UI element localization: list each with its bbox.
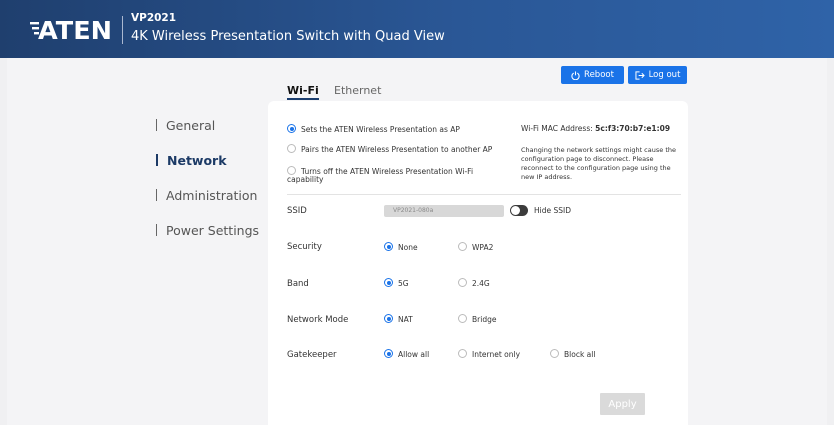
security-label: Security bbox=[287, 242, 322, 252]
sidebar-item-label: Network bbox=[167, 153, 227, 168]
sidebar-marker bbox=[156, 189, 157, 201]
reboot-button[interactable]: Reboot bbox=[561, 66, 624, 84]
radio-selected-icon bbox=[384, 349, 393, 358]
radio-selected-icon bbox=[384, 314, 393, 323]
ssid-input[interactable]: VP2021-080a bbox=[384, 205, 504, 217]
sidebar-item-label: Administration bbox=[166, 188, 258, 203]
radio-selected-icon bbox=[287, 124, 296, 133]
svg-text:ATEN: ATEN bbox=[38, 16, 112, 44]
sidebar-item-label: Power Settings bbox=[166, 223, 260, 238]
hide-ssid-label: Hide SSID bbox=[534, 206, 571, 215]
network-mode-bridge-label: Bridge bbox=[472, 315, 497, 324]
radio-unselected-icon bbox=[458, 349, 467, 358]
network-mode-label: Network Mode bbox=[287, 315, 349, 325]
hide-ssid-toggle[interactable] bbox=[510, 205, 528, 216]
network-warning: Changing the network settings might caus… bbox=[521, 146, 676, 181]
sidebar-item-administration[interactable]: Administration bbox=[156, 188, 257, 203]
gatekeeper-label: Gatekeeper bbox=[287, 350, 337, 360]
tab-wifi[interactable]: Wi-Fi bbox=[287, 84, 319, 100]
ssid-label: SSID bbox=[287, 206, 307, 216]
mac-address: Wi-Fi MAC Address: 5c:f3:70:b7:e1:09 bbox=[521, 124, 670, 133]
header-divider bbox=[122, 16, 123, 44]
security-none-radio[interactable]: None bbox=[384, 242, 418, 252]
band-label: Band bbox=[287, 279, 309, 289]
gatekeeper-internet-radio[interactable]: Internet only bbox=[458, 349, 520, 359]
logout-label: Log out bbox=[648, 70, 681, 80]
gatekeeper-allow-radio[interactable]: Allow all bbox=[384, 349, 429, 359]
band-5g-radio[interactable]: 5G bbox=[384, 278, 409, 288]
security-wpa2-radio[interactable]: WPA2 bbox=[458, 242, 493, 252]
sidebar-item-network[interactable]: Network bbox=[156, 153, 227, 168]
security-wpa2-label: WPA2 bbox=[472, 243, 494, 252]
gatekeeper-block-radio[interactable]: Block all bbox=[550, 349, 595, 359]
sidebar-marker bbox=[156, 119, 157, 131]
wifi-mode-client-radio[interactable]: Pairs the ATEN Wireless Presentation to … bbox=[287, 144, 492, 154]
apply-button[interactable]: Apply bbox=[600, 393, 645, 415]
tab-ethernet[interactable]: Ethernet bbox=[334, 84, 381, 97]
radio-unselected-icon bbox=[287, 144, 296, 153]
sidebar-item-label: General bbox=[166, 118, 216, 133]
network-mode-nat-radio[interactable]: NAT bbox=[384, 314, 413, 324]
power-icon bbox=[571, 70, 580, 80]
band-24g-radio[interactable]: 2.4G bbox=[458, 278, 490, 288]
logout-button[interactable]: Log out bbox=[628, 66, 687, 84]
band-24g-label: 2.4G bbox=[472, 279, 490, 288]
wifi-mode-ap-label: Sets the ATEN Wireless Presentation as A… bbox=[301, 125, 460, 134]
wifi-mode-off-label-cont: capability bbox=[287, 175, 324, 184]
aten-logo: ATEN bbox=[30, 14, 114, 44]
mac-value: 5c:f3:70:b7:e1:09 bbox=[595, 124, 671, 133]
radio-selected-icon bbox=[384, 242, 393, 251]
wifi-mode-ap-radio[interactable]: Sets the ATEN Wireless Presentation as A… bbox=[287, 124, 460, 134]
app-header: ATEN VP2021 4K Wireless Presentation Swi… bbox=[0, 0, 834, 58]
sidebar-item-power-settings[interactable]: Power Settings bbox=[156, 223, 259, 238]
radio-selected-icon bbox=[384, 278, 393, 287]
model-name: VP2021 bbox=[131, 12, 177, 24]
reboot-label: Reboot bbox=[584, 70, 614, 80]
sidebar-marker bbox=[156, 154, 158, 166]
network-mode-nat-label: NAT bbox=[398, 315, 413, 324]
wifi-mode-off-label: Turns off the ATEN Wireless Presentation… bbox=[301, 167, 474, 176]
mac-label: Wi-Fi MAC Address: bbox=[521, 124, 593, 133]
section-divider bbox=[287, 194, 681, 195]
radio-unselected-icon bbox=[458, 278, 467, 287]
security-none-label: None bbox=[398, 243, 418, 252]
logout-icon bbox=[635, 70, 645, 80]
wifi-mode-client-label: Pairs the ATEN Wireless Presentation to … bbox=[301, 145, 493, 154]
gatekeeper-allow-label: Allow all bbox=[398, 350, 430, 359]
sidebar-item-general[interactable]: General bbox=[156, 118, 215, 133]
band-5g-label: 5G bbox=[398, 279, 409, 288]
radio-unselected-icon bbox=[458, 314, 467, 323]
gatekeeper-block-label: Block all bbox=[564, 350, 596, 359]
product-subtitle: 4K Wireless Presentation Switch with Qua… bbox=[131, 29, 445, 44]
radio-unselected-icon bbox=[287, 166, 296, 175]
radio-unselected-icon bbox=[550, 349, 559, 358]
network-mode-bridge-radio[interactable]: Bridge bbox=[458, 314, 496, 324]
radio-unselected-icon bbox=[458, 242, 467, 251]
gatekeeper-internet-label: Internet only bbox=[472, 350, 521, 359]
logo-mark-icon: ATEN bbox=[30, 16, 112, 44]
sidebar-marker bbox=[156, 224, 157, 236]
